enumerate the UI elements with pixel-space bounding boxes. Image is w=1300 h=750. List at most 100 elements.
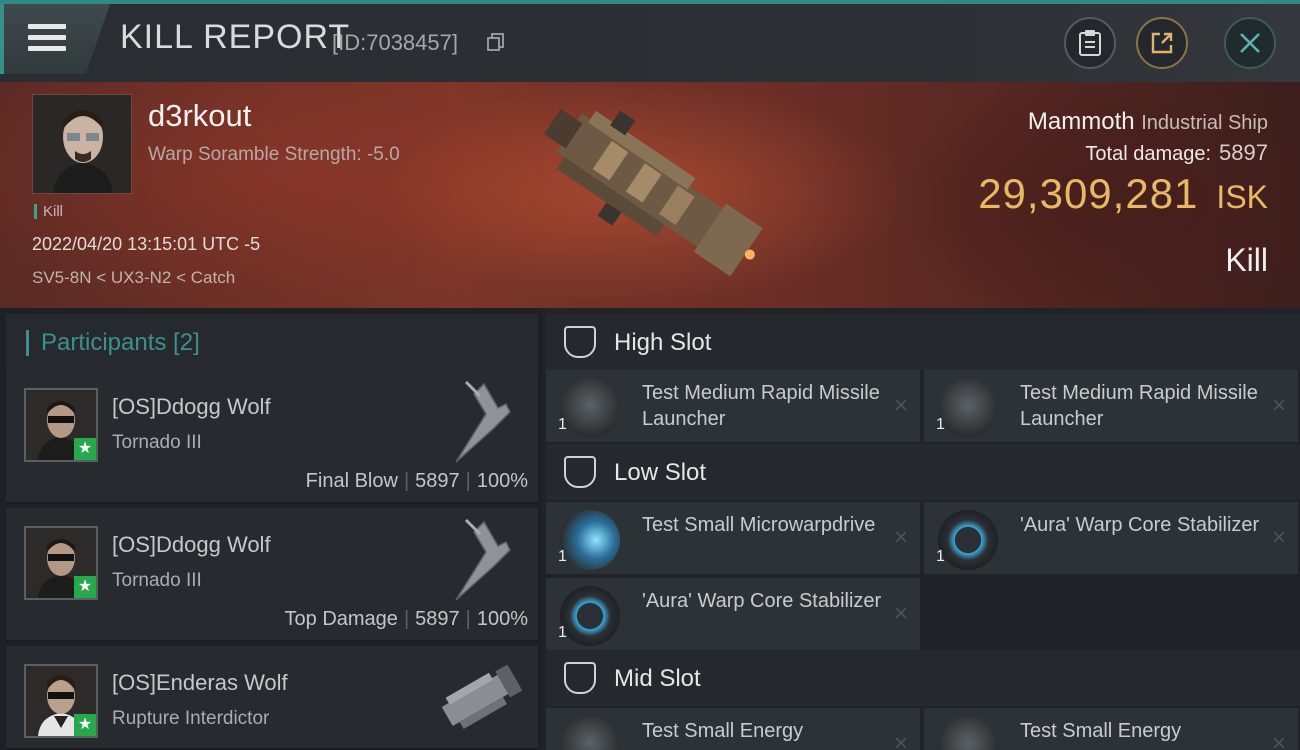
remove-icon[interactable]: × <box>894 730 908 750</box>
close-icon <box>1240 33 1260 53</box>
slot-header-mid: Mid Slot <box>546 650 1300 706</box>
remove-icon[interactable]: × <box>894 392 908 420</box>
module-name: Test Small Microwarpdrive <box>642 514 876 536</box>
participant-name[interactable]: [OS]Enderas Wolf <box>112 670 288 696</box>
participant-role: Top Damage <box>284 608 398 630</box>
module-item[interactable]: 1 'Aura' Warp Core Stabilizer × <box>924 502 1298 574</box>
module-name: Test Small Energy <box>1020 720 1182 742</box>
participant-ship: Tornado III <box>112 432 202 453</box>
remove-icon[interactable]: × <box>1272 524 1286 552</box>
energy-module-icon <box>560 716 620 750</box>
missile-launcher-icon <box>938 378 998 438</box>
participant-damage: 5897 <box>415 470 460 492</box>
warp-core-stabilizer-icon <box>938 510 998 570</box>
total-damage: Total damage: 5897 <box>1085 140 1268 166</box>
copy-icon[interactable] <box>486 32 506 52</box>
module-quantity: 1 <box>558 624 567 641</box>
victim-portrait[interactable] <box>32 94 132 194</box>
microwarpdrive-icon <box>560 510 620 570</box>
participant-card[interactable]: ★ [OS]Ddogg Wolf Tornado III Top Damage |… <box>6 508 538 642</box>
participants-header: Participants [2] <box>6 314 538 372</box>
clipboard-button[interactable] <box>1064 17 1116 69</box>
participant-ship-image <box>455 518 511 601</box>
participant-percent: 100% <box>476 608 528 630</box>
isk-unit: ISK <box>1216 179 1268 215</box>
close-button[interactable] <box>1224 17 1276 69</box>
victim-ship-image[interactable] <box>520 88 790 298</box>
slot-label: High Slot <box>614 329 712 356</box>
module-item[interactable]: 1 Test Medium Rapid Missile Launcher × <box>546 370 920 442</box>
kill-tag: Kill <box>34 204 63 219</box>
star-icon: ★ <box>74 714 96 736</box>
module-quantity: 1 <box>936 416 945 433</box>
share-icon <box>1151 32 1173 54</box>
participant-name[interactable]: [OS]Ddogg Wolf <box>112 532 271 558</box>
remove-icon[interactable]: × <box>1272 730 1286 750</box>
stat-divider: | <box>465 608 471 630</box>
slot-icon <box>564 456 596 488</box>
isk-amount: 29,309,281 <box>978 170 1199 217</box>
module-name: 'Aura' Warp Core Stabilizer <box>1020 514 1260 536</box>
module-quantity: 1 <box>936 548 945 565</box>
module-item[interactable]: 1 'Aura' Warp Core Stabilizer × <box>546 578 920 650</box>
slot-label: Low Slot <box>614 459 707 486</box>
participant-ship-image <box>441 664 523 729</box>
clipboard-icon <box>1079 30 1101 56</box>
module-name: Test Medium Rapid Missile Launcher <box>642 382 880 430</box>
participant-name[interactable]: [OS]Ddogg Wolf <box>112 394 271 420</box>
slot-icon <box>564 662 596 694</box>
star-icon: ★ <box>74 438 96 460</box>
total-damage-label: Total damage: <box>1085 143 1212 165</box>
participant-stats: Final Blow | 5897 | 100% <box>306 470 528 493</box>
warp-scramble-strength: Warp Soramble Strength: -5.0 <box>148 144 400 165</box>
participants-title: Participants [2] <box>26 330 200 356</box>
warp-core-stabilizer-icon <box>560 586 620 646</box>
stat-divider: | <box>403 608 410 630</box>
slot-header-high: High Slot <box>546 314 1300 370</box>
stat-divider: | <box>465 470 471 492</box>
star-icon: ★ <box>74 576 96 598</box>
slot-header-low: Low Slot <box>546 444 1300 500</box>
participant-card[interactable]: ★ [OS]Enderas Wolf Rupture Interdictor <box>6 646 538 750</box>
participant-ship: Rupture Interdictor <box>112 708 270 729</box>
ship-class: Industrial Ship <box>1141 112 1268 134</box>
remove-icon[interactable]: × <box>894 600 908 628</box>
remove-icon[interactable]: × <box>894 524 908 552</box>
module-quantity: 1 <box>558 548 567 565</box>
stat-divider: | <box>403 470 410 492</box>
participant-avatar: ★ <box>24 664 98 738</box>
isk-value: 29,309,281 ISK <box>978 170 1268 218</box>
slot-icon <box>564 326 596 358</box>
participant-stats: Top Damage | 5897 | 100% <box>285 608 528 631</box>
share-button[interactable] <box>1136 17 1188 69</box>
remove-icon[interactable]: × <box>1272 392 1286 420</box>
missile-launcher-icon <box>560 378 620 438</box>
report-id: [ID:7038457] <box>332 30 458 55</box>
victim-banner: d3rkout Warp Soramble Strength: -5.0 Kil… <box>0 82 1300 308</box>
victim-avatar <box>33 95 131 193</box>
fitting-panel: High Slot 1 Test Medium Rapid Missile La… <box>542 308 1300 750</box>
energy-module-icon <box>938 716 998 750</box>
slot-label: Mid Slot <box>614 665 701 692</box>
module-name: 'Aura' Warp Core Stabilizer <box>642 590 882 612</box>
result-label: Kill <box>1225 242 1268 278</box>
participant-avatar: ★ <box>24 388 98 462</box>
participant-ship-image <box>455 380 511 463</box>
participant-percent: 100% <box>476 470 528 492</box>
page-title: KILL REPORT <box>120 18 351 56</box>
module-name: Test Small Energy <box>642 720 804 742</box>
total-damage-value: 5897 <box>1219 140 1268 165</box>
module-item[interactable]: 1 Test Small Microwarpdrive × <box>546 502 920 574</box>
module-item[interactable]: 1 Test Medium Rapid Missile Launcher × <box>924 370 1298 442</box>
module-item[interactable]: Test Small Energy × <box>924 708 1298 750</box>
victim-name[interactable]: d3rkout <box>148 98 251 134</box>
victim-ship-type: Mammoth Industrial Ship <box>1028 108 1268 136</box>
ship-name[interactable]: Mammoth <box>1028 108 1135 135</box>
kill-location[interactable]: SV5-8N < UX3-N2 < Catch <box>32 268 235 288</box>
module-item[interactable]: Test Small Energy × <box>546 708 920 750</box>
participant-card[interactable]: ★ [OS]Ddogg Wolf Tornado III Final Blow |… <box>6 370 538 504</box>
participant-role: Final Blow <box>305 470 398 492</box>
module-name: Test Medium Rapid Missile Launcher <box>1020 382 1258 430</box>
kill-datetime: 2022/04/20 13:15:01 UTC -5 <box>32 234 261 254</box>
module-quantity: 1 <box>558 416 567 433</box>
